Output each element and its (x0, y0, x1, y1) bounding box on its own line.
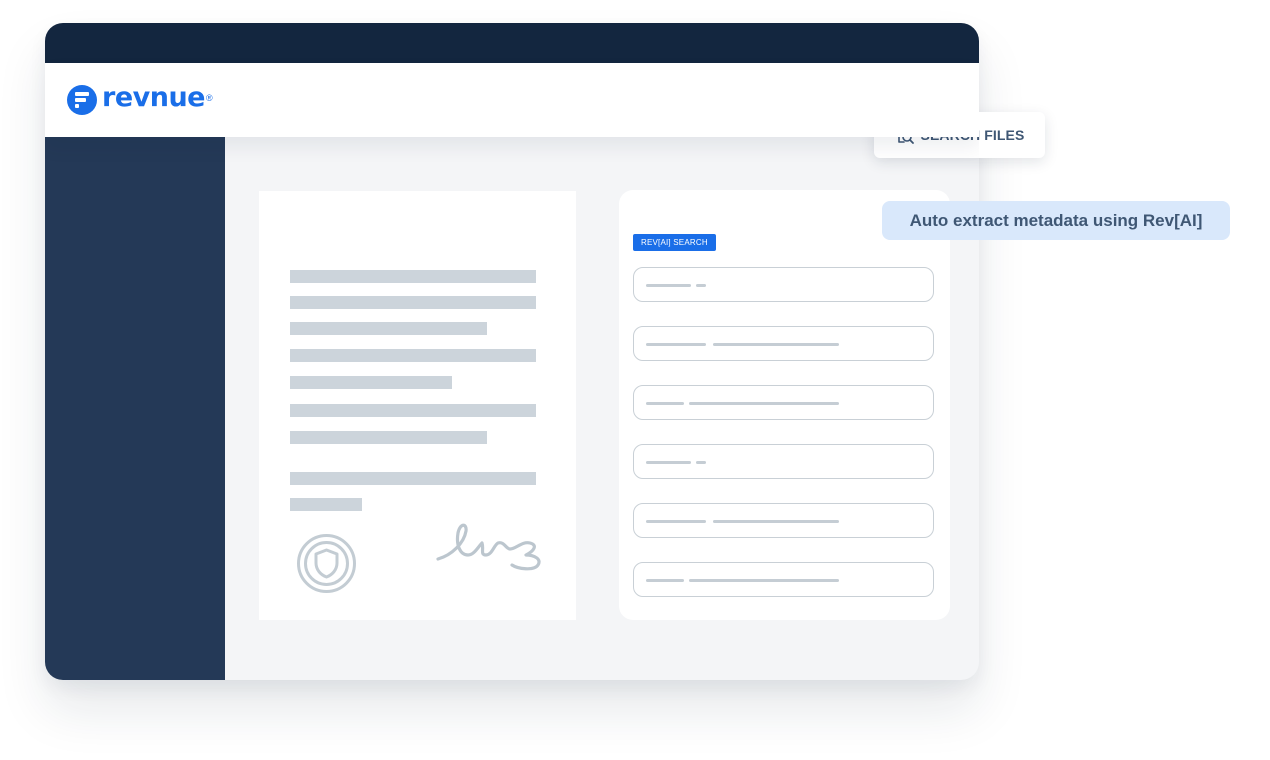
doc-text-line (290, 322, 487, 335)
metadata-field[interactable] (633, 385, 934, 420)
doc-text-line (290, 472, 536, 485)
rev-ai-search-tag: REV[AI] SEARCH (633, 234, 716, 251)
doc-text-line (290, 376, 452, 389)
signature-icon (436, 523, 541, 571)
revnue-logo[interactable]: revnue ® (67, 82, 213, 115)
metadata-field[interactable] (633, 562, 934, 597)
sidebar (45, 137, 225, 680)
document-preview (259, 191, 576, 620)
doc-text-line (290, 498, 362, 511)
doc-text-line (290, 404, 536, 417)
rev-ai-search-panel: REV[AI] SEARCH (619, 190, 950, 620)
window-titlebar (45, 23, 979, 63)
doc-text-line (290, 270, 536, 283)
metadata-field[interactable] (633, 503, 934, 538)
doc-text-line (290, 296, 536, 309)
doc-text-line (290, 349, 536, 362)
registered-mark: ® (205, 93, 213, 103)
revnue-logo-icon (67, 85, 97, 115)
callout-text: Auto extract metadata using Rev[AI] (909, 210, 1203, 230)
metadata-field[interactable] (633, 267, 934, 302)
app-header: revnue ® (45, 63, 979, 137)
brand-name: revnue (102, 82, 205, 113)
ai-metadata-callout: Auto extract metadata using Rev[AI] (882, 201, 1230, 240)
metadata-field[interactable] (633, 326, 934, 361)
shield-seal-icon (297, 534, 356, 593)
doc-text-line (290, 431, 487, 444)
metadata-field[interactable] (633, 444, 934, 479)
